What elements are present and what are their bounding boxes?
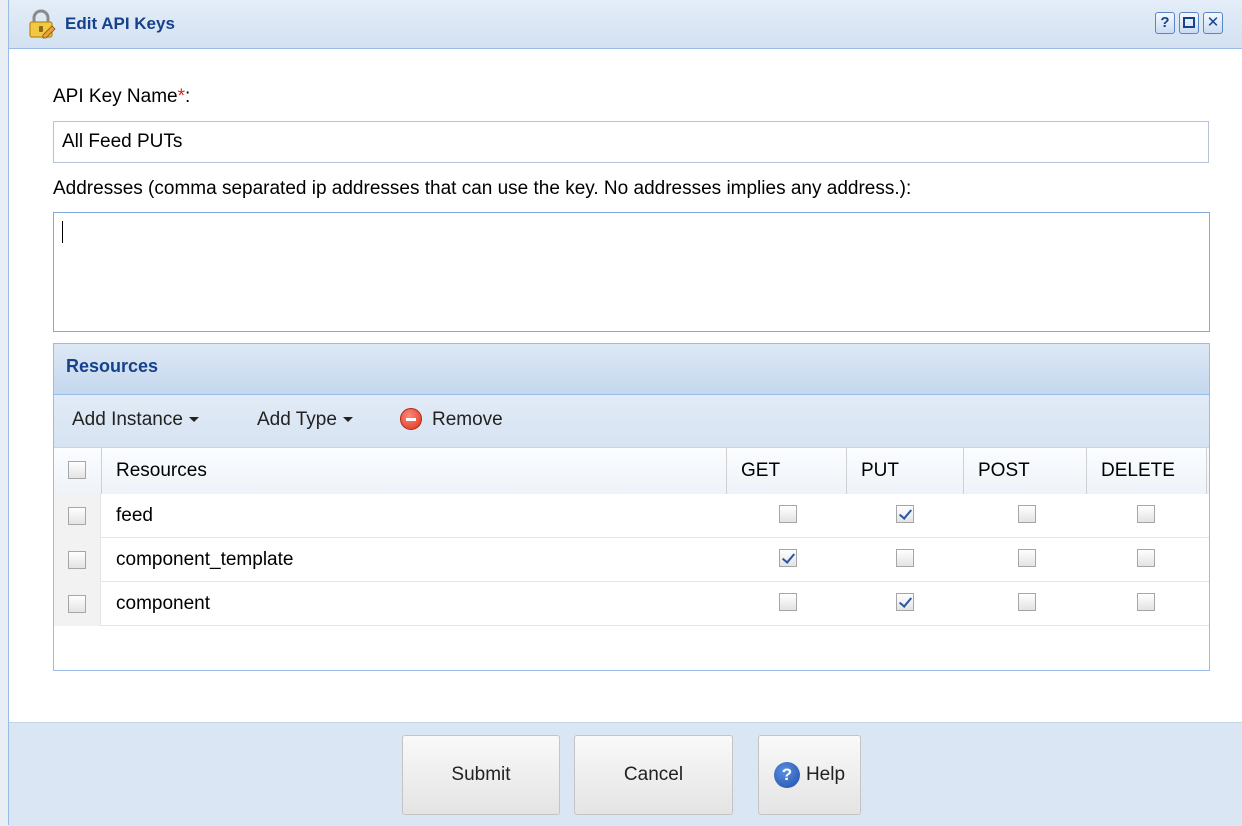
- column-header-post[interactable]: POST: [964, 448, 1087, 494]
- post-permission-checkbox[interactable]: [1018, 593, 1036, 611]
- resources-panel: Resources Add Instance Add Type Remove R…: [53, 343, 1210, 671]
- row-select-checkbox[interactable]: [68, 507, 86, 525]
- add-type-label: Add Type: [257, 409, 337, 430]
- row-select-cell: [54, 538, 101, 582]
- row-select-cell: [54, 494, 101, 538]
- lock-edit-icon: [29, 9, 56, 39]
- chevron-down-icon: [188, 417, 199, 423]
- get-permission-checkbox[interactable]: [779, 549, 797, 567]
- post-permission-checkbox[interactable]: [1018, 549, 1036, 567]
- delete-permission-checkbox[interactable]: [1137, 505, 1155, 523]
- help-label: Help: [805, 764, 846, 785]
- get-permission-checkbox[interactable]: [779, 505, 797, 523]
- resources-panel-header[interactable]: Resources: [54, 344, 1209, 395]
- remove-circle-icon[interactable]: [400, 408, 422, 430]
- window-titlebar[interactable]: Edit API Keys ? ✕: [9, 0, 1242, 49]
- resources-panel-title: Resources: [66, 356, 159, 376]
- close-icon: ✕: [1206, 14, 1220, 31]
- put-permission-checkbox[interactable]: [896, 593, 914, 611]
- delete-permission-checkbox[interactable]: [1137, 549, 1155, 567]
- submit-label: Submit: [451, 764, 511, 785]
- select-all-checkbox[interactable]: [68, 461, 86, 479]
- row-select-cell: [54, 582, 101, 626]
- header-select-all-cell: [54, 448, 102, 494]
- chevron-down-icon: [342, 417, 353, 423]
- maximize-tool-button[interactable]: [1179, 12, 1199, 34]
- help-circle-icon: ?: [773, 762, 800, 788]
- remove-button[interactable]: Remove: [432, 409, 503, 431]
- cancel-label: Cancel: [623, 764, 684, 785]
- row-select-checkbox[interactable]: [68, 595, 86, 613]
- api-key-name-label-text: API Key Name: [53, 86, 178, 107]
- submit-button[interactable]: Submit: [402, 735, 560, 815]
- put-permission-checkbox[interactable]: [896, 505, 914, 523]
- window-title: Edit API Keys: [65, 14, 175, 33]
- edit-api-keys-window: Edit API Keys ? ✕ API Key Name*: Address…: [8, 0, 1242, 826]
- get-permission-checkbox[interactable]: [779, 593, 797, 611]
- close-tool-button[interactable]: ✕: [1203, 12, 1223, 34]
- addresses-label: Addresses (comma separated ip addresses …: [53, 178, 912, 199]
- maximize-icon: [1183, 17, 1195, 28]
- column-header-resources[interactable]: Resources: [102, 448, 727, 494]
- add-instance-button[interactable]: Add Instance: [72, 409, 199, 431]
- table-row[interactable]: component_template: [54, 538, 1209, 582]
- resources-toolbar: Add Instance Add Type Remove: [54, 395, 1209, 447]
- addresses-textarea[interactable]: [53, 212, 1210, 332]
- add-type-button[interactable]: Add Type: [257, 409, 353, 431]
- resource-name: component_template: [116, 549, 294, 570]
- table-row[interactable]: component: [54, 582, 1209, 626]
- put-permission-checkbox[interactable]: [896, 549, 914, 567]
- resource-name: feed: [116, 505, 153, 526]
- table-row[interactable]: feed: [54, 494, 1209, 538]
- label-colon: :: [185, 86, 191, 107]
- cancel-button[interactable]: Cancel: [574, 735, 733, 815]
- column-header-delete[interactable]: DELETE: [1087, 448, 1207, 494]
- post-permission-checkbox[interactable]: [1018, 505, 1036, 523]
- delete-permission-checkbox[interactable]: [1137, 593, 1155, 611]
- help-tool-button[interactable]: ?: [1155, 12, 1175, 34]
- grid-header-row: Resources GET PUT POST DELETE: [54, 447, 1209, 495]
- required-marker: *: [177, 86, 186, 107]
- api-key-name-input[interactable]: [53, 121, 1209, 163]
- api-key-name-label: API Key Name*:: [53, 86, 190, 108]
- add-instance-label: Add Instance: [72, 409, 183, 430]
- resource-name: component: [116, 593, 211, 614]
- column-header-put[interactable]: PUT: [847, 448, 964, 494]
- text-cursor: [62, 221, 63, 243]
- row-select-checkbox[interactable]: [68, 551, 86, 569]
- window-footer: Submit Cancel ? Help: [9, 722, 1242, 826]
- column-header-get[interactable]: GET: [727, 448, 847, 494]
- help-button[interactable]: ? Help: [758, 735, 861, 815]
